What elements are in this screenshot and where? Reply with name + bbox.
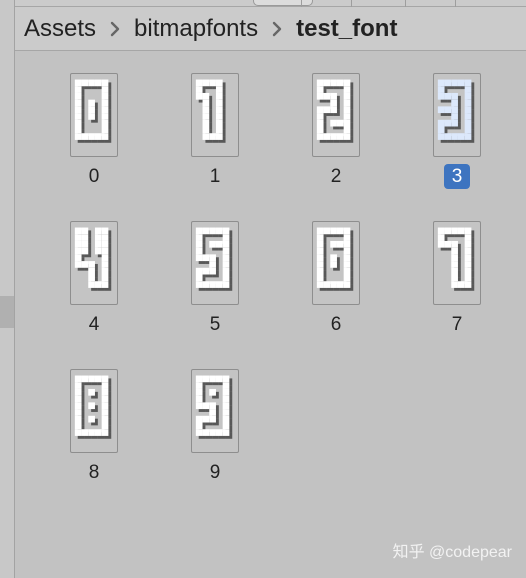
asset-tile[interactable]: 2 <box>296 51 376 187</box>
asset-tile[interactable]: 4 <box>54 199 134 335</box>
glyph-thumbnail-icon <box>70 73 118 157</box>
toolbar-divider <box>405 0 406 7</box>
asset-label: 6 <box>330 314 342 335</box>
glyph-thumbnail-icon <box>191 221 239 305</box>
asset-label: 0 <box>88 166 100 187</box>
asset-label: 2 <box>330 166 342 187</box>
glyph-thumbnail-icon <box>312 73 360 157</box>
asset-tile[interactable]: 1 <box>175 51 255 187</box>
breadcrumb-item-assets[interactable]: Assets <box>24 15 96 43</box>
asset-grid: 0 1 2 3 4 5 6 7 8 9 <box>15 51 526 578</box>
asset-label: 7 <box>451 314 463 335</box>
asset-tile[interactable]: 7 <box>417 199 497 335</box>
asset-label: 9 <box>209 462 221 483</box>
chevron-right-icon <box>272 21 282 36</box>
asset-tile[interactable]: 9 <box>175 347 255 483</box>
toolbar-divider <box>301 0 302 7</box>
chevron-right-icon <box>110 21 120 36</box>
glyph-thumbnail-icon <box>70 221 118 305</box>
glyph-thumbnail-icon <box>191 369 239 453</box>
toolbar-strip <box>15 0 526 7</box>
watermark: 知乎 @codepear <box>392 544 512 561</box>
toolbar-divider <box>455 0 456 7</box>
asset-tile[interactable]: 5 <box>175 199 255 335</box>
asset-label: 3 <box>444 164 470 189</box>
breadcrumb-item-test-font[interactable]: test_font <box>296 15 397 43</box>
glyph-thumbnail-icon <box>433 73 481 157</box>
glyph-thumbnail-icon <box>312 221 360 305</box>
asset-tile-selected[interactable]: 3 <box>417 51 497 189</box>
asset-tile[interactable]: 8 <box>54 347 134 483</box>
asset-tile[interactable]: 6 <box>296 199 376 335</box>
asset-label: 1 <box>209 166 221 187</box>
asset-tile[interactable]: 0 <box>54 51 134 187</box>
glyph-thumbnail-icon <box>433 221 481 305</box>
left-panel-edge <box>0 0 15 578</box>
breadcrumb: Assets bitmapfonts test_font <box>15 7 526 51</box>
glyph-thumbnail-icon <box>191 73 239 157</box>
asset-label: 8 <box>88 462 100 483</box>
search-field[interactable] <box>253 0 313 6</box>
panel-splitter-handle[interactable] <box>0 296 14 328</box>
asset-label: 4 <box>88 314 100 335</box>
toolbar-divider <box>351 0 352 7</box>
breadcrumb-item-bitmapfonts[interactable]: bitmapfonts <box>134 15 258 43</box>
glyph-thumbnail-icon <box>70 369 118 453</box>
asset-label: 5 <box>209 314 221 335</box>
